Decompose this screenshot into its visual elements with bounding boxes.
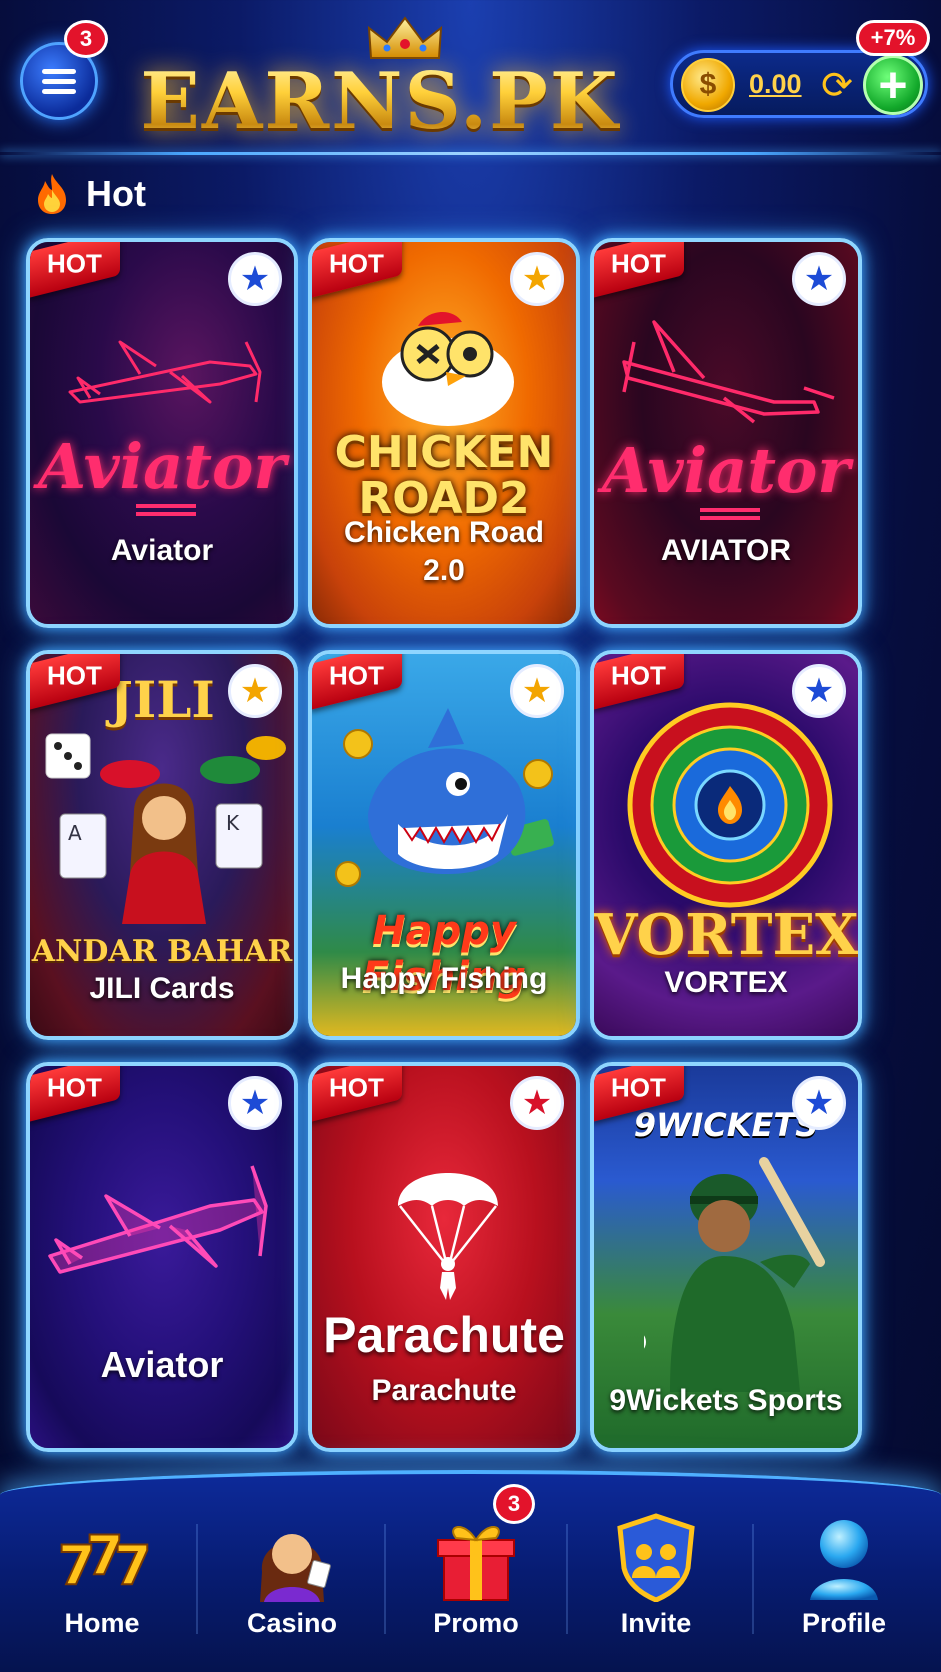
header-divider [0, 152, 941, 155]
nav-promo[interactable]: Promo [382, 1474, 570, 1672]
nav-profile[interactable]: Profile [750, 1474, 938, 1672]
game-card-jili-cards[interactable]: JILI A K ANDAR BAHAR JILI Cards HOT ★ [26, 650, 298, 1040]
coin-icon: $ [681, 58, 735, 112]
card-art-title: Aviator [602, 434, 850, 507]
nav-label: Promo [433, 1608, 519, 1638]
game-card-vortex[interactable]: VORTEX VORTEX HOT ★ [590, 650, 862, 1040]
bonus-percent-badge: +7% [856, 20, 930, 56]
gift-icon [437, 1526, 515, 1601]
star-icon[interactable]: ★ [792, 252, 846, 306]
card-art-title: VORTEX [594, 902, 859, 968]
svg-text:7: 7 [114, 1534, 150, 1597]
logo-text: EARNS.PK [140, 56, 620, 147]
svg-text:A: A [68, 821, 82, 845]
star-icon[interactable]: ★ [792, 664, 846, 718]
star-icon[interactable]: ★ [228, 1076, 282, 1130]
game-title: Aviator [100, 1344, 224, 1385]
hot-section-header: Hot [32, 170, 146, 218]
card-art-title: Parachute [323, 1307, 565, 1363]
game-card-happy-fishing[interactable]: Happy Fishing Happy Fishing HOT ★ [308, 650, 580, 1040]
top-bar: 3 EARNS.PK $ 0.00 ⟳ + +7% [0, 0, 941, 160]
star-icon[interactable]: ★ [228, 664, 282, 718]
bottom-navigation: 777 Home Casino Promo Invite Profile [0, 1470, 941, 1672]
game-title: VORTEX [664, 966, 788, 999]
art-underline [136, 504, 196, 508]
star-icon[interactable]: ★ [228, 252, 282, 306]
svg-text:K: K [226, 811, 240, 835]
game-card-aviator[interactable]: Aviator Aviator HOT ★ [26, 238, 298, 628]
wallet-balance[interactable]: $ 0.00 ⟳ + [670, 50, 928, 118]
refresh-icon[interactable]: ⟳ [815, 63, 859, 107]
section-title: Hot [86, 173, 146, 214]
game-card-aviator-3[interactable]: Aviator HOT ★ [26, 1062, 298, 1452]
plane-icon [68, 340, 262, 404]
nav-label: Profile [801, 1608, 887, 1638]
nav-home[interactable]: 777 Home [8, 1474, 196, 1672]
star-icon[interactable]: ★ [510, 252, 564, 306]
game-title: Aviator [110, 534, 214, 567]
game-title: Chicken Road 2.0 [343, 516, 545, 587]
game-title: Happy Fishing [340, 962, 548, 995]
nav-casino[interactable]: Casino [198, 1474, 386, 1672]
deposit-button[interactable]: + [863, 55, 923, 115]
brand-logo: EARNS.PK [140, 14, 620, 147]
nav-label: Casino [246, 1608, 338, 1638]
menu-notification-badge: 3 [64, 20, 108, 58]
plane-icon [622, 320, 835, 424]
art-underline [700, 508, 760, 512]
game-title: 9Wickets Sports [609, 1384, 843, 1417]
card-art-title: CHICKEN ROAD2 [334, 427, 554, 524]
fire-icon [38, 174, 66, 214]
star-icon[interactable]: ★ [792, 1076, 846, 1130]
cricketer-icon [644, 1157, 825, 1392]
parachute-icon [398, 1173, 498, 1300]
nav-invite[interactable]: Invite [562, 1474, 750, 1672]
game-card-chicken-road[interactable]: CHICKEN ROAD2 Chicken Road 2.0 HOT ★ [308, 238, 580, 628]
game-card-parachute[interactable]: Parachute Parachute HOT ★ [308, 1062, 580, 1452]
vortex-wheel-icon [627, 702, 833, 908]
game-title: AVIATOR [660, 534, 791, 567]
hamburger-icon [42, 64, 76, 99]
nav-label: Home [64, 1608, 140, 1638]
balance-amount: 0.00 [749, 69, 802, 99]
game-title: Parachute [371, 1374, 517, 1407]
card-art-subtitle: ANDAR BAHAR [31, 934, 293, 969]
star-icon[interactable]: ★ [510, 1076, 564, 1130]
plane-icon [48, 1165, 268, 1274]
shark-icon [335, 708, 554, 887]
nav-label: Invite [620, 1608, 692, 1638]
star-icon[interactable]: ★ [510, 664, 564, 718]
profile-icon [810, 1520, 878, 1600]
cards-chips-art: A K [45, 733, 286, 924]
promo-notification-badge: 3 [493, 1484, 535, 1524]
game-card-9wickets-sports[interactable]: 9WICKETS 9Wickets Sports HOT ★ [590, 1062, 862, 1452]
card-art-title: Aviator [38, 430, 286, 503]
game-card-aviator-2[interactable]: Aviator AVIATOR HOT ★ [590, 238, 862, 628]
chicken-icon [382, 311, 514, 426]
invite-shield-icon [617, 1513, 695, 1602]
game-title: JILI Cards [89, 972, 235, 1005]
slot-777-icon: 777 [57, 1523, 150, 1598]
casino-dealer-icon [260, 1534, 331, 1602]
